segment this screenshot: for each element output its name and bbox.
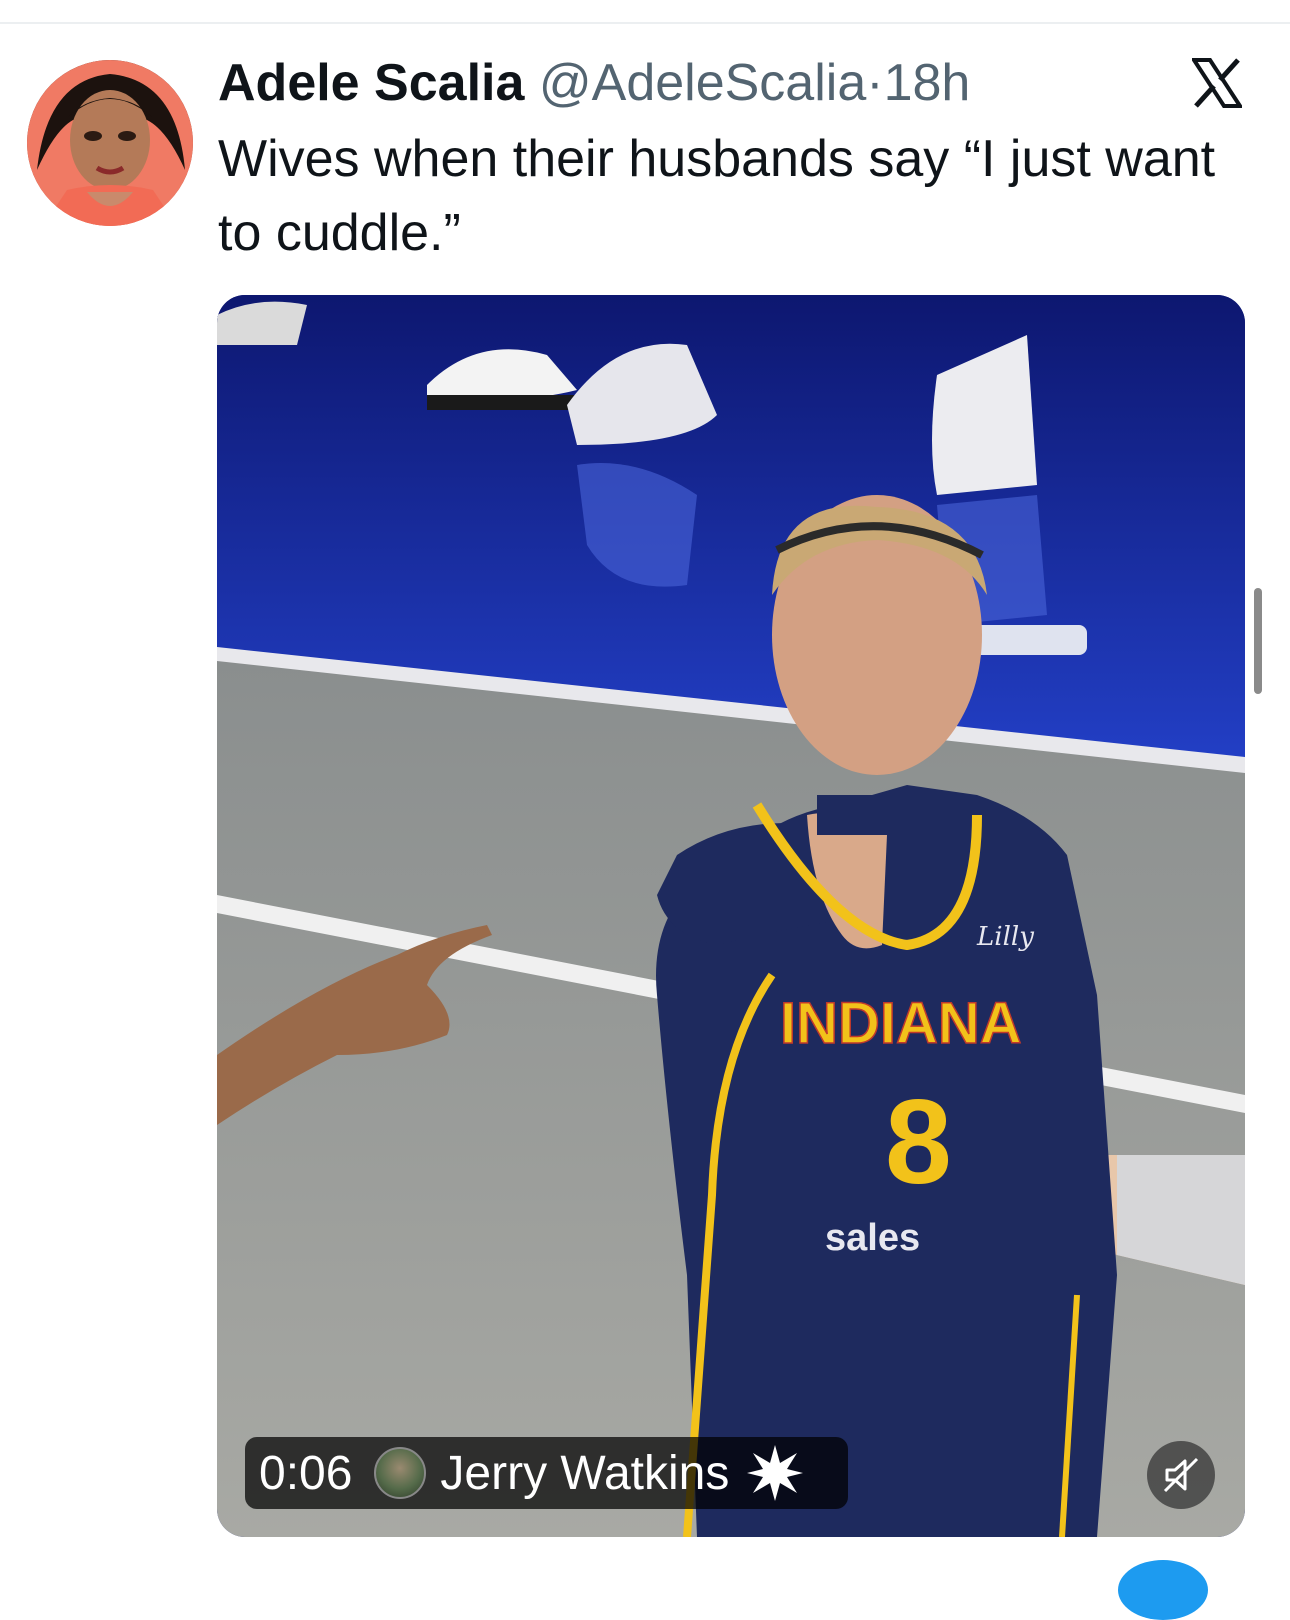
author-handle[interactable]: @AdeleScalia: [539, 54, 866, 112]
speaker-muted-icon: [1163, 1457, 1199, 1493]
source-author-avatar[interactable]: [374, 1447, 427, 1499]
header-separator: ·: [866, 54, 884, 112]
mute-toggle-button[interactable]: [1147, 1441, 1215, 1509]
jersey-sponsor-logo: sales: [825, 1217, 920, 1259]
scrollbar-thumb[interactable]: [1254, 588, 1262, 694]
video-elapsed-time: 0:06: [259, 1446, 353, 1500]
author-avatar[interactable]: [27, 60, 193, 226]
x-logo-icon: [1190, 58, 1244, 108]
tweet-video[interactable]: INDIANA 8 sales Lilly: [217, 295, 1245, 1537]
floating-action-button-edge[interactable]: [1118, 1560, 1208, 1620]
author-name[interactable]: Adele Scalia: [218, 54, 524, 112]
tweet-timestamp[interactable]: 18h: [884, 54, 971, 112]
video-info-bar: 0:06 Jerry Watkins: [245, 1437, 848, 1509]
source-author-name[interactable]: Jerry Watkins: [440, 1446, 729, 1501]
avatar-image: [27, 60, 193, 226]
jersey-lilly-logo: Lilly: [976, 922, 1034, 952]
tweet-header: Adele Scalia @AdeleScalia·18h: [218, 52, 970, 114]
jersey-number-text: 8: [885, 1075, 952, 1209]
video-frame: INDIANA 8 sales Lilly: [217, 295, 1245, 1537]
top-divider: [0, 22, 1290, 24]
tweet-text: Wives when their husbands say “I just wa…: [218, 130, 1216, 262]
verified-spark-icon: [747, 1445, 804, 1501]
jersey-team-text: INDIANA: [780, 991, 1022, 1056]
